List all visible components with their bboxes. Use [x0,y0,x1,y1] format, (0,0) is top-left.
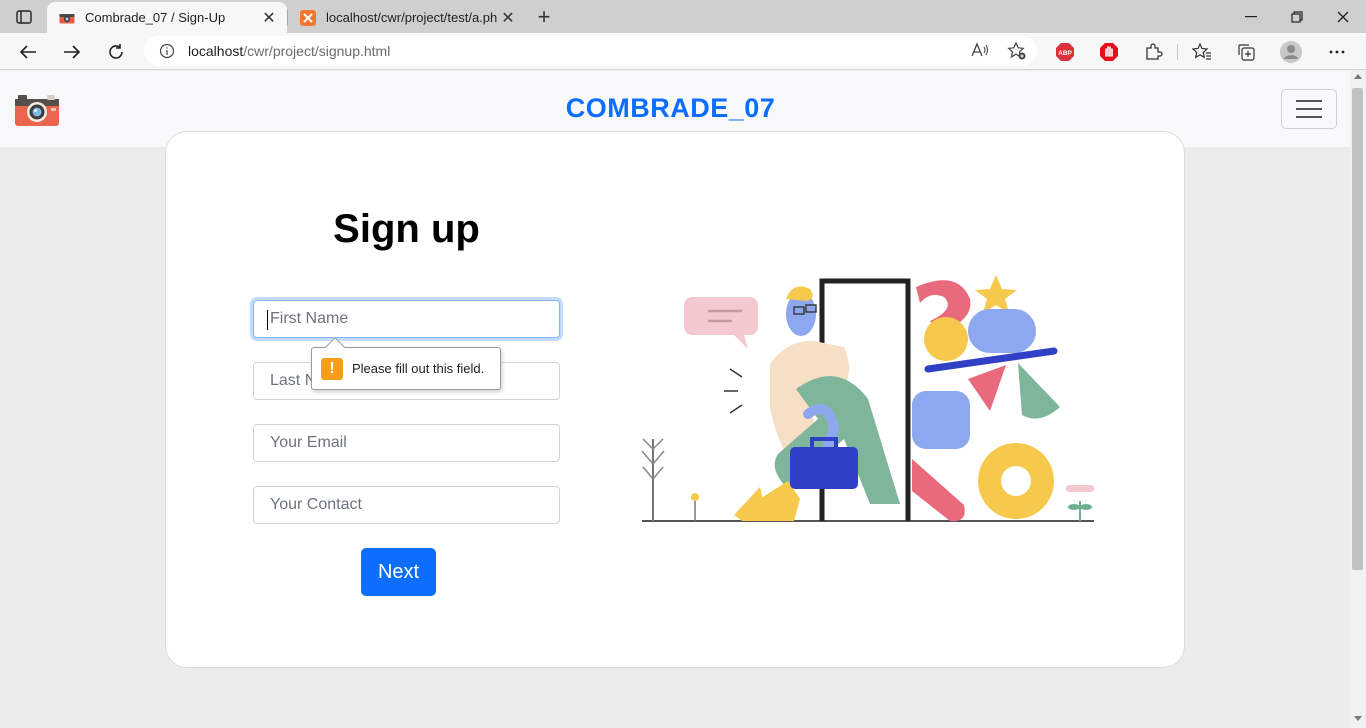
hamburger-bar [1296,116,1322,118]
page-title: Sign up [333,207,480,251]
stop-hand-icon[interactable] [1097,40,1121,64]
scroll-down-arrow-icon[interactable] [1354,716,1362,721]
next-button[interactable]: Next [361,548,436,596]
new-tab-icon[interactable]: + [531,4,557,30]
close-window-icon[interactable] [1320,0,1366,33]
add-favorite-icon[interactable] [1007,41,1027,61]
refresh-icon[interactable] [101,37,131,67]
contact-input[interactable] [253,486,560,524]
favorites-icon[interactable] [1190,40,1214,64]
forward-arrow-icon[interactable] [57,37,87,67]
restore-icon[interactable] [1274,0,1320,33]
settings-more-icon[interactable] [1325,40,1349,64]
text-caret [267,310,268,330]
profile-avatar-icon[interactable] [1279,40,1303,64]
collections-icon[interactable] [1234,40,1258,64]
browser-tab-bar: Combrade_07 / Sign-Up ✕ localhost/cwr/pr… [0,0,1366,33]
menu-toggle-button[interactable] [1281,89,1337,129]
abp-icon[interactable]: ABP [1053,40,1077,64]
hamburger-bar [1296,100,1322,102]
signup-illustration [641,275,1094,522]
back-arrow-icon[interactable] [13,37,43,67]
url-host: localhost [188,43,244,59]
scroll-up-arrow-icon[interactable] [1354,74,1362,79]
minimize-icon[interactable] [1228,0,1274,33]
site-brand[interactable]: COMBRADE_07 [0,93,1341,124]
camera-favicon-icon [59,10,75,26]
site-info-icon[interactable] [158,42,176,60]
close-tab-icon[interactable]: ✕ [259,8,279,28]
tab-title: Combrade_07 / Sign-Up [85,10,226,25]
tab-title: localhost/cwr/project/test/a.php [326,10,498,25]
xampp-favicon-icon [300,9,316,26]
first-name-input[interactable] [253,300,560,338]
page-viewport: COMBRADE_07 Sign up ! Please fill out th… [0,71,1350,728]
svg-text:ABP: ABP [1058,50,1072,57]
tab-combrade-signup[interactable]: Combrade_07 / Sign-Up ✕ [47,2,287,33]
validation-message: Please fill out this field. [352,361,485,376]
read-aloud-icon[interactable] [971,42,989,60]
close-tab-icon[interactable]: ✕ [498,8,518,28]
address-url: localhost/cwr/project/signup.html [188,43,390,59]
url-path: /cwr/project/signup.html [243,43,391,59]
validation-tooltip: ! Please fill out this field. [311,337,501,390]
toolbar-separator [1177,44,1178,60]
tab-test-php[interactable]: localhost/cwr/project/test/a.php ✕ [288,2,526,33]
email-input[interactable] [253,424,560,462]
warning-icon: ! [321,357,343,380]
address-bar[interactable]: localhost/cwr/project/signup.html [144,36,1037,66]
hamburger-bar [1296,108,1322,110]
browser-toolbar: localhost/cwr/project/signup.html ABP [0,33,1366,70]
puzzle-icon[interactable] [1141,40,1165,64]
scrollbar-thumb[interactable] [1352,88,1363,570]
tab-actions-icon[interactable] [10,6,38,28]
